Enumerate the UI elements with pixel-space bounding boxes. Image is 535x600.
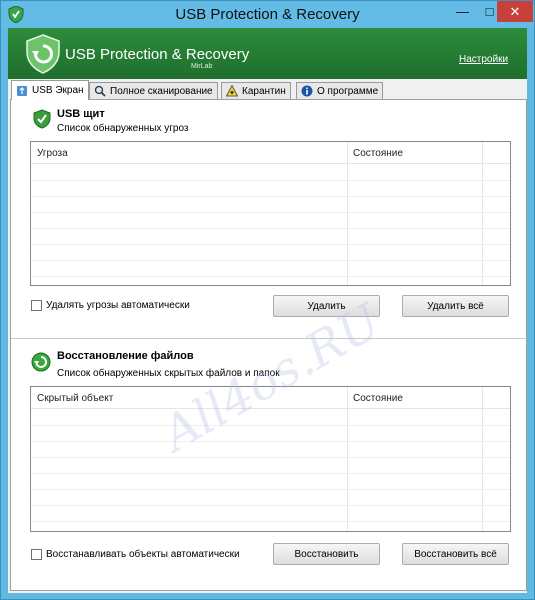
section-divider <box>11 338 526 339</box>
tab-usb-screen[interactable]: USB Экран <box>11 80 89 100</box>
usb-screen-panel: USB щит Список обнаруженных угроз Угроза… <box>10 99 527 591</box>
checkbox-box[interactable] <box>31 300 42 311</box>
tab-bar: USB Экран Полное сканирование Карантин О… <box>8 79 527 100</box>
shield-recycle-logo-icon <box>26 34 60 74</box>
grid-line <box>31 276 510 277</box>
tab-label: USB Экран <box>32 85 84 96</box>
hidden-files-table[interactable]: Скрытый объект Состояние <box>30 386 511 532</box>
tab-label: О программе <box>317 85 379 97</box>
recovery-title: Восстановление файлов <box>57 350 194 362</box>
grid-line <box>31 212 510 213</box>
minimize-button[interactable]: — <box>449 1 476 22</box>
grid-line <box>31 441 510 442</box>
recovery-subtitle: Список обнаруженных скрытых файлов и пап… <box>57 368 280 379</box>
column-separator <box>482 387 483 531</box>
grid-line <box>31 505 510 506</box>
column-header-status[interactable]: Состояние <box>353 148 403 159</box>
tab-label: Полное сканирование <box>110 85 213 97</box>
tab-label: Карантин <box>242 85 286 97</box>
grid-line <box>31 244 510 245</box>
grid-line <box>31 473 510 474</box>
info-icon <box>301 85 313 97</box>
grid-line <box>31 180 510 181</box>
title-bar[interactable]: USB Protection & Recovery — □ ✕ <box>1 1 534 28</box>
grid-line <box>31 260 510 261</box>
usb-icon <box>17 85 27 96</box>
auto-restore-checkbox[interactable]: Восстанавливать объекты автоматически <box>31 549 240 560</box>
header-banner: USB Protection & Recovery MirLab Настрой… <box>8 28 527 79</box>
settings-link[interactable]: Настройки <box>459 54 508 65</box>
column-separator <box>347 142 348 285</box>
shield-check-icon <box>33 109 51 129</box>
checkbox-label: Восстанавливать объекты автоматически <box>46 549 240 560</box>
tab-about[interactable]: О программе <box>296 82 384 99</box>
app-window: USB Protection & Recovery — □ ✕ USB Prot… <box>0 0 535 600</box>
hidden-files-table-header: Скрытый объект Состояние <box>31 387 510 409</box>
checkbox-box[interactable] <box>31 549 42 560</box>
threats-table-header: Угроза Состояние <box>31 142 510 164</box>
checkbox-label: Удалять угрозы автоматически <box>46 300 190 311</box>
column-separator <box>482 142 483 285</box>
restore-button[interactable]: Восстановить <box>273 543 380 565</box>
biohazard-icon <box>226 85 238 97</box>
vendor-label: MirLab <box>191 63 213 70</box>
column-separator <box>347 387 348 531</box>
delete-button[interactable]: Удалить <box>273 295 380 317</box>
delete-all-button[interactable]: Удалить всё <box>402 295 509 317</box>
grid-line <box>31 521 510 522</box>
close-button[interactable]: ✕ <box>497 1 533 22</box>
threats-table[interactable]: Угроза Состояние <box>30 141 511 286</box>
column-header-status[interactable]: Состояние <box>353 393 403 404</box>
grid-line <box>31 228 510 229</box>
usb-shield-subtitle: Список обнаруженных угроз <box>57 123 189 134</box>
grid-line <box>31 196 510 197</box>
magnifier-icon <box>94 85 106 97</box>
recycle-icon <box>31 352 51 372</box>
grid-line <box>31 425 510 426</box>
auto-delete-checkbox[interactable]: Удалять угрозы автоматически <box>31 300 190 311</box>
tab-full-scan[interactable]: Полное сканирование <box>89 82 218 99</box>
column-header-hidden-object[interactable]: Скрытый объект <box>37 393 113 404</box>
grid-line <box>31 489 510 490</box>
usb-shield-title: USB щит <box>57 108 105 120</box>
column-header-threat[interactable]: Угроза <box>37 148 68 159</box>
restore-all-button[interactable]: Восстановить всё <box>402 543 509 565</box>
tab-quarantine[interactable]: Карантин <box>221 82 291 99</box>
client-area: USB Protection & Recovery MirLab Настрой… <box>8 28 527 593</box>
app-name: USB Protection & Recovery <box>65 46 250 63</box>
grid-line <box>31 457 510 458</box>
